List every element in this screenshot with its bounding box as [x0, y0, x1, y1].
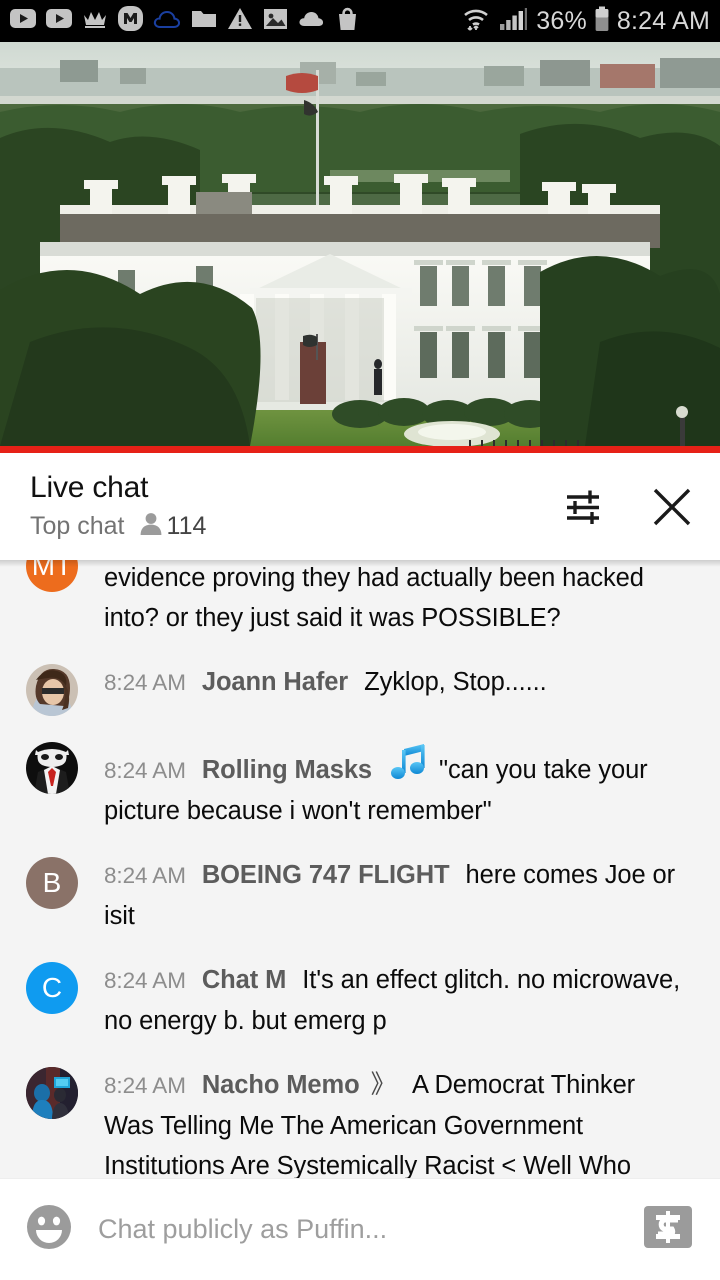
avatar[interactable]: C: [26, 962, 78, 1014]
avatar-initials: B: [42, 867, 62, 898]
viewer-count-label: 114: [166, 511, 207, 540]
chat-message-author[interactable]: Joann Hafer: [202, 668, 348, 696]
avatar-photo-masked-suit: [26, 742, 78, 794]
youtube-icon: [46, 9, 72, 33]
chat-mode-label[interactable]: Top chat: [30, 512, 125, 541]
m-badge-icon: [118, 6, 143, 36]
chat-message-author[interactable]: BOEING 747 FLIGHT: [202, 861, 450, 889]
avatar[interactable]: MT: [26, 560, 78, 592]
chat-message-body: 8:24 AM BOEING 747 FLIGHT here comes Joe…: [104, 855, 686, 936]
youtube-live-chat-screen: 36% 8:24 AM Live chat Top chat 114 MT ev…: [0, 0, 720, 1280]
chat-message-timestamp: 8:24 AM: [104, 863, 186, 888]
chat-message-text: It's an effect glitch. no microwave, no …: [104, 966, 681, 1035]
chat-message-author[interactable]: Nacho Memo: [202, 1071, 360, 1099]
avatar-photo-neon-figure: [26, 1067, 78, 1119]
avatar[interactable]: [26, 742, 78, 794]
chat-message-author[interactable]: Rolling Masks: [202, 756, 372, 784]
music-note-emoji: [388, 740, 432, 784]
chat-message[interactable]: C 8:24 AM Chat M It's an effect glitch. …: [0, 948, 720, 1053]
chat-message-body: 8:24 AM Nacho Memo 》 A Democrat Thinker …: [104, 1065, 686, 1178]
chat-message[interactable]: 8:24 AM Rolling Masks "can you take your…: [0, 728, 720, 843]
battery-icon: [594, 6, 610, 37]
chat-subheader: Top chat 114: [30, 511, 206, 541]
chat-message-body: evidence proving they had actually been …: [104, 560, 686, 638]
wifi-icon: [462, 7, 492, 36]
cloud-outline-icon: [153, 9, 181, 34]
status-bar-system-icons: 36% 8:24 AM: [462, 6, 710, 37]
page-title: Live chat: [30, 471, 149, 504]
crown-icon: [82, 9, 108, 34]
youtube-icon: [10, 9, 36, 33]
avatar-initials: C: [41, 972, 63, 1003]
chat-message-text: Zyklop, Stop......: [364, 668, 547, 696]
avatar[interactable]: B: [26, 857, 78, 909]
chat-message-timestamp: 8:24 AM: [104, 758, 186, 783]
video-player[interactable]: [0, 42, 720, 453]
shopping-bag-icon: [336, 7, 359, 36]
live-chat-header: Live chat Top chat 114: [0, 453, 720, 567]
cellular-signal-icon: [499, 7, 529, 36]
chat-input[interactable]: [98, 1214, 628, 1245]
status-bar-notification-icons: [10, 6, 359, 36]
chat-message-text: evidence proving they had actually been …: [104, 564, 644, 632]
avatar[interactable]: [26, 664, 78, 716]
chat-message-timestamp: 8:24 AM: [104, 968, 186, 993]
chat-message-author[interactable]: Chat M: [202, 966, 287, 994]
chat-message-body: 8:24 AM Rolling Masks "can you take your…: [104, 740, 686, 831]
emoji-smiley-icon[interactable]: [26, 1204, 72, 1255]
avatar[interactable]: [26, 1067, 78, 1119]
chat-message-timestamp: 8:24 AM: [104, 670, 186, 695]
double-chevron-icon: 》: [370, 1071, 397, 1099]
cloud-filled-icon: [298, 10, 326, 32]
folder-icon: [191, 8, 217, 34]
chat-message[interactable]: B 8:24 AM BOEING 747 FLIGHT here comes J…: [0, 843, 720, 948]
android-status-bar: 36% 8:24 AM: [0, 0, 720, 42]
clock-label: 8:24 AM: [616, 6, 710, 35]
close-icon[interactable]: [648, 483, 696, 531]
chat-message-body: 8:24 AM Chat M It's an effect glitch. no…: [104, 960, 686, 1041]
viewer-count: 114: [139, 511, 207, 541]
chat-message-timestamp: 8:24 AM: [104, 1073, 186, 1098]
chat-message[interactable]: 8:24 AM Nacho Memo 》 A Democrat Thinker …: [0, 1053, 720, 1178]
avatar-initials: MT: [31, 560, 73, 581]
chat-settings-sliders-icon[interactable]: [560, 484, 606, 530]
chat-header-actions: [560, 469, 696, 531]
chat-message[interactable]: MT evidence proving they had actually be…: [0, 560, 720, 650]
super-chat-dollar-icon[interactable]: [642, 1204, 694, 1255]
chat-message[interactable]: 8:24 AM Joann Hafer Zyklop, Stop......: [0, 650, 720, 728]
chat-message-body: 8:24 AM Joann Hafer Zyklop, Stop......: [104, 662, 686, 716]
chat-composer: [0, 1178, 720, 1280]
chat-message-list[interactable]: MT evidence proving they had actually be…: [0, 560, 720, 1178]
avatar-photo-woman-sunglasses: [26, 664, 78, 716]
image-icon: [263, 8, 288, 35]
chat-title-group: Live chat Top chat 114: [30, 469, 206, 541]
video-progress-bar[interactable]: [0, 446, 720, 453]
person-icon: [139, 511, 163, 541]
white-house-frame: [0, 42, 720, 453]
battery-percent-label: 36%: [536, 6, 587, 35]
warning-triangle-icon: [227, 7, 253, 35]
